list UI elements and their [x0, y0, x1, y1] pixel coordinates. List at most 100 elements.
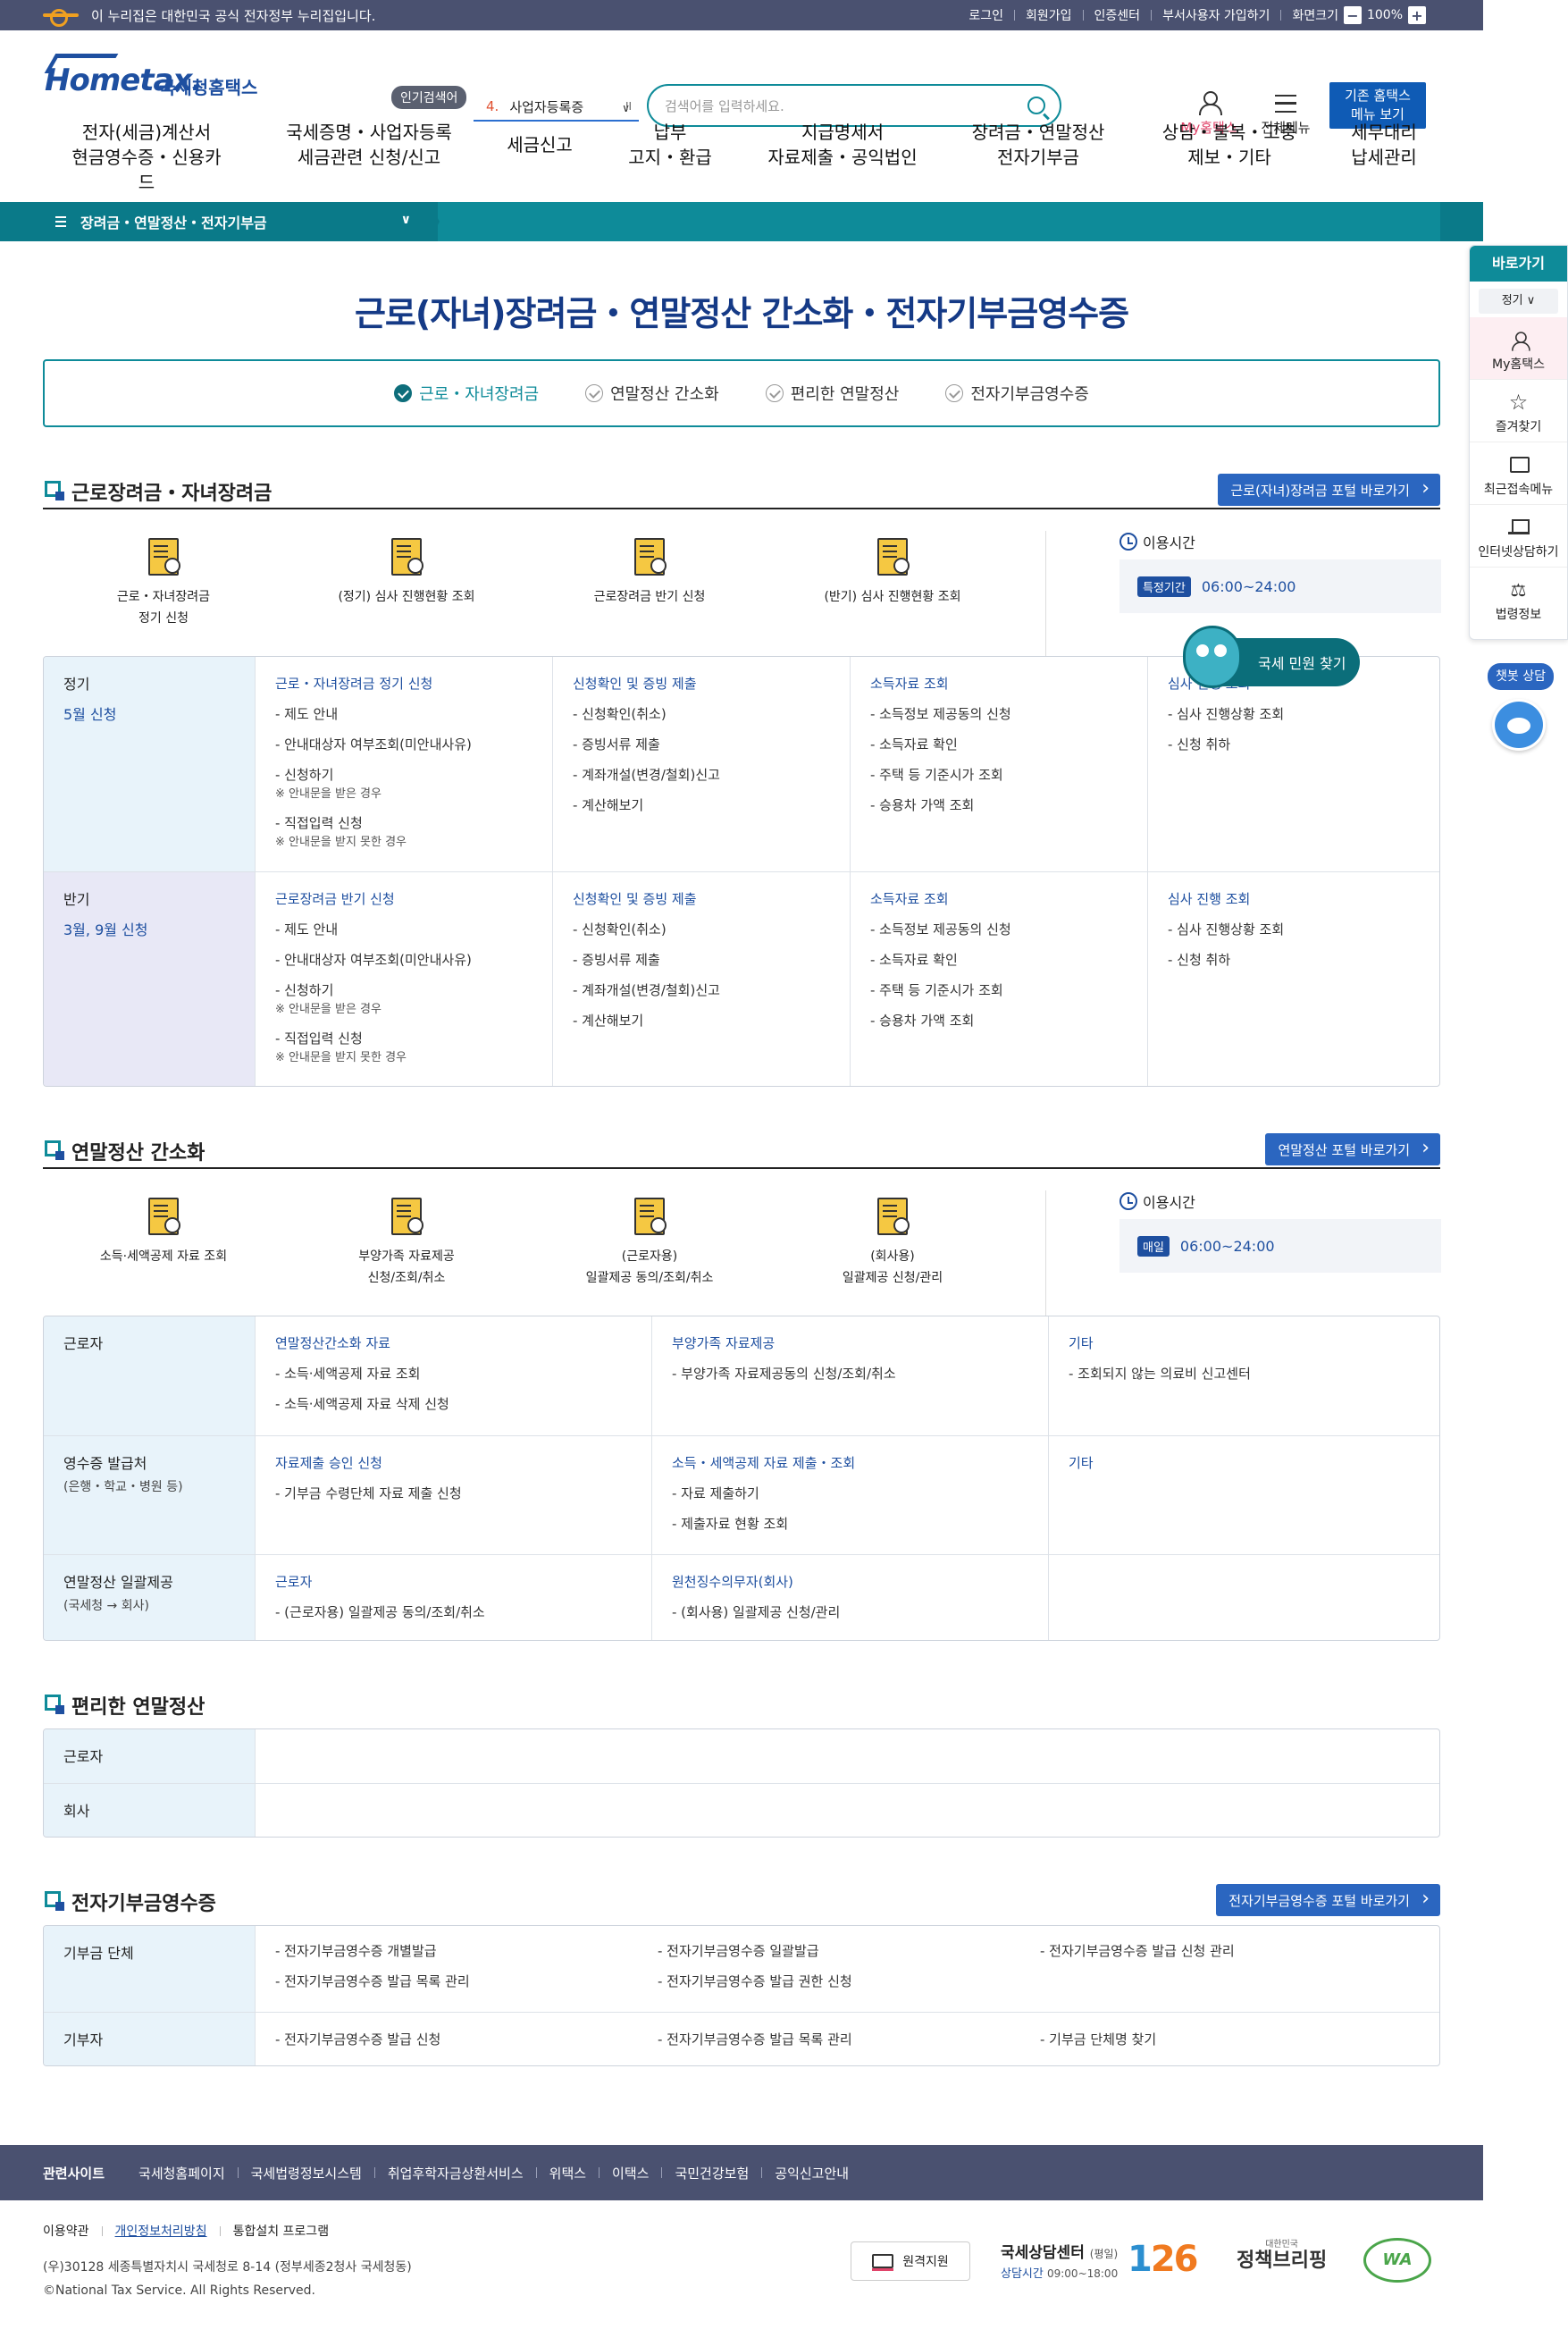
terms-link[interactable]: 이용약관 [43, 2222, 89, 2240]
quick-internet-consult[interactable]: 인터넷상담하기 [1470, 505, 1567, 568]
cell-link[interactable]: - 안내대상자 여부조회(미안내사유) [275, 949, 552, 971]
footer-link[interactable]: 공익신고안내 [775, 2164, 849, 2182]
cell-link[interactable]: - 직접입력 신청 [275, 1028, 552, 1049]
cell-link[interactable]: - 전자기부금영수증 발급 권한 신청 [658, 1971, 852, 1992]
quick-myhometax[interactable]: My홈택스 [1470, 317, 1567, 380]
cell-link[interactable]: - 제도 안내 [275, 703, 552, 725]
gnb-item-agent[interactable]: 세무대리 납세관리 [1344, 120, 1424, 170]
chatbot-button[interactable]: 챗봇 상담 [1488, 663, 1554, 690]
hometax-logo[interactable]: Hometax. 국세청홈택스 [44, 50, 259, 104]
cell-link[interactable]: - 소득·세액공제 자료 삭제 신청 [275, 1393, 651, 1415]
cell-heading[interactable]: 기타 [1069, 1333, 1439, 1354]
cell-link[interactable]: - 안내대상자 여부조회(미안내사유) [275, 734, 552, 755]
cell-link[interactable]: - 계좌개설(변경/철회)신고 [573, 764, 850, 786]
cell-link[interactable]: - 전자기부금영수증 발급 목록 관리 [275, 1971, 470, 1992]
search-icon[interactable] [1027, 97, 1045, 114]
quick-dependent-provide[interactable]: 부양가족 자료제공 신청/조회/취소 [286, 1196, 527, 1289]
cell-link[interactable]: - 소득정보 제공동의 신청 [870, 919, 1147, 940]
cell-link[interactable]: - 신청확인(취소) [573, 919, 850, 940]
cell-link[interactable]: - 전자기부금영수증 개별발급 [275, 1940, 470, 1962]
cell-link[interactable]: - 주택 등 기준시가 조회 [870, 764, 1147, 786]
cell-link[interactable]: - 심사 진행상황 조회 [1168, 703, 1439, 725]
cell-heading[interactable]: 근로자 [275, 1571, 651, 1593]
cell-link[interactable]: - 증빙서류 제출 [573, 734, 850, 755]
current-section-dropdown[interactable]: 장려금・연말정산・전자기부금 ∨ [0, 202, 438, 241]
footer-link[interactable]: 국민건강보험 [675, 2164, 749, 2182]
cell-link[interactable]: - 승용차 가액 조회 [870, 1010, 1147, 1031]
tab-year-end[interactable]: 연말정산 간소화 [585, 382, 719, 405]
cell-link[interactable]: - 신청확인(취소) [573, 703, 850, 725]
quick-access-select[interactable]: 정기 ∨ [1479, 289, 1558, 314]
cell-link[interactable]: - 자료 제출하기 [672, 1483, 1048, 1504]
cell-heading[interactable]: 신청확인 및 증빙 제출 [573, 888, 850, 910]
zoom-out-button[interactable]: − [1343, 6, 1362, 24]
donation-portal-button[interactable]: 전자기부금영수증 포털 바로가기 [1216, 1884, 1440, 1916]
cell-heading[interactable]: 소득자료 조회 [870, 888, 1147, 910]
cell-link[interactable]: - 기부금 수령단체 자료 제출 신청 [275, 1483, 651, 1504]
quick-deduction-lookup[interactable]: 소득·세액공제 자료 조회 [43, 1196, 284, 1267]
cell-heading[interactable]: 부양가족 자료제공 [672, 1333, 1048, 1354]
footer-link[interactable]: 국세청홈페이지 [138, 2164, 225, 2182]
remote-support-button[interactable]: 원격지원 [851, 2241, 970, 2281]
cell-link[interactable]: - 계산해보기 [573, 1010, 850, 1031]
cell-link[interactable]: - 신청 취하 [1168, 949, 1439, 971]
dept-signup-link[interactable]: 부서사용자 가입하기 [1162, 6, 1270, 24]
cell-heading[interactable]: 기타 [1069, 1452, 1439, 1474]
cell-link[interactable]: - 전자기부금영수증 발급 신청 [275, 2029, 440, 2050]
tab-incentive[interactable]: 근로・자녀장려금 [394, 382, 539, 405]
civil-petition-search-button[interactable]: 국세 민원 찾기 [1183, 626, 1360, 688]
signup-link[interactable]: 회원가입 [1026, 6, 1072, 24]
quick-half-apply[interactable]: 근로장려금 반기 신청 [529, 536, 770, 608]
cell-link[interactable]: - 전자기부금영수증 일괄발급 [658, 1940, 852, 1962]
cell-link[interactable]: - 심사 진행상황 조회 [1168, 919, 1439, 940]
quick-worker-bulk[interactable]: (근로자용) 일괄제공 동의/조회/취소 [529, 1196, 770, 1289]
cell-link[interactable]: - 신청하기 [275, 980, 552, 1001]
cell-heading[interactable]: 심사 진행 조회 [1168, 888, 1439, 910]
gnb-item-einvoice[interactable]: 전자(세금)계산서 현금영수증・신용카드 [66, 120, 227, 195]
quick-half-review[interactable]: (반기) 심사 진행현황 조회 [772, 536, 1013, 608]
cell-link[interactable]: - 신청하기 [275, 764, 552, 786]
cell-heading[interactable]: 소득・세액공제 자료 제출・조회 [672, 1452, 1048, 1474]
quick-recent-menu[interactable]: 최근접속메뉴 [1470, 442, 1567, 505]
cell-link[interactable]: - 승용차 가액 조회 [870, 795, 1147, 816]
gnb-item-statement[interactable]: 지급명세서 자료제출・공익법인 [767, 120, 918, 170]
cell-link[interactable]: - 소득·세액공제 자료 조회 [275, 1363, 651, 1384]
zoom-in-button[interactable]: + [1408, 6, 1426, 24]
tab-easy-year-end[interactable]: 편리한 연말정산 [765, 382, 899, 405]
gnb-item-tax-report[interactable]: 세금신고 [500, 132, 579, 157]
cell-heading[interactable]: 근로・자녀장려금 정기 신청 [275, 673, 552, 694]
quick-regular-review[interactable]: (정기) 심사 진행현황 조회 [286, 536, 527, 608]
cell-link[interactable]: - 직접입력 신청 [275, 812, 552, 834]
gnb-item-consult[interactable]: 상담・불복・고충 제보・기타 [1158, 120, 1301, 170]
quick-law-info[interactable]: 법령정보 [1470, 568, 1567, 630]
cell-link[interactable]: - 소득정보 제공동의 신청 [870, 703, 1147, 725]
cell-link[interactable]: - 주택 등 기준시가 조회 [870, 980, 1147, 1001]
cell-link[interactable]: - (근로자용) 일괄제공 동의/조회/취소 [275, 1602, 651, 1623]
privacy-link[interactable]: 개인정보처리방침 [115, 2222, 207, 2240]
cell-heading[interactable]: 자료제출 승인 신청 [275, 1452, 651, 1474]
login-link[interactable]: 로그인 [968, 6, 1003, 24]
quick-regular-apply[interactable]: 근로・자녀장려금 정기 신청 [43, 536, 284, 629]
footer-link[interactable]: 위택스 [549, 2164, 586, 2182]
cell-link[interactable]: - 제도 안내 [275, 919, 552, 940]
quick-favorites[interactable]: 즐겨찾기 [1470, 380, 1567, 442]
incentive-portal-button[interactable]: 근로(자녀)장려금 포털 바로가기 [1218, 474, 1440, 506]
cell-link[interactable]: - 소득자료 확인 [870, 734, 1147, 755]
year-end-portal-button[interactable]: 연말정산 포털 바로가기 [1265, 1133, 1440, 1165]
cell-link[interactable]: - (회사용) 일괄제공 신청/관리 [672, 1602, 1048, 1623]
cell-link[interactable]: - 계좌개설(변경/철회)신고 [573, 980, 850, 1001]
chatbot-mascot-icon[interactable] [1492, 699, 1546, 751]
cell-heading[interactable]: 근로장려금 반기 신청 [275, 888, 552, 910]
cell-link[interactable]: - 조회되지 않는 의료비 신고센터 [1069, 1363, 1439, 1384]
pause-button[interactable]: II [625, 100, 632, 113]
cell-heading[interactable]: 연말정산간소화 자료 [275, 1333, 651, 1354]
cell-heading[interactable]: 소득자료 조회 [870, 673, 1147, 694]
gnb-item-certificate[interactable]: 국세증명・사업자등록 세금관련 신청/신고 [284, 120, 454, 170]
gnb-item-payment[interactable]: 납부 고지・환급 [625, 120, 715, 170]
quick-company-bulk[interactable]: (회사용) 일괄제공 신청/관리 [772, 1196, 1013, 1289]
footer-link[interactable]: 취업후학자금상환서비스 [388, 2164, 524, 2182]
cell-heading[interactable]: 원천징수의무자(회사) [672, 1571, 1048, 1593]
footer-link[interactable]: 국세법령정보시스템 [251, 2164, 362, 2182]
cell-link[interactable]: - 계산해보기 [573, 795, 850, 816]
tab-donation-receipt[interactable]: 전자기부금영수증 [945, 382, 1089, 405]
